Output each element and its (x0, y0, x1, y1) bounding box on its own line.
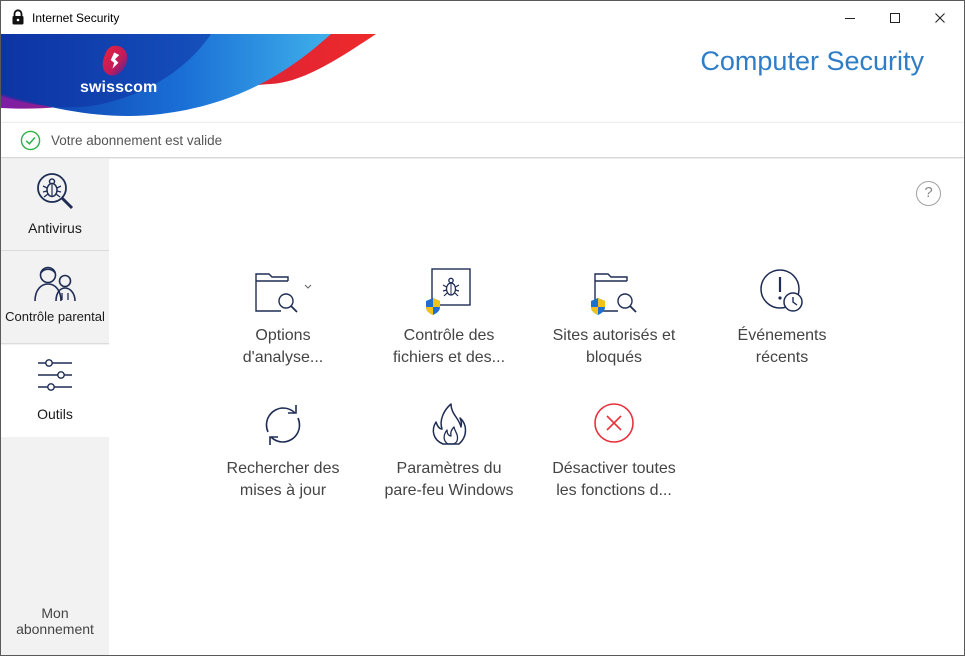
brand-swoosh (1, 34, 376, 116)
tool-label-line-1: Désactiver toutes (552, 460, 676, 477)
tool-label-line-1: Rechercher des (226, 460, 340, 477)
bug-shield-icon (426, 268, 471, 315)
tool-label-line-1: Options (255, 327, 311, 344)
lock-icon (12, 9, 24, 25)
minimize-button[interactable] (827, 1, 873, 34)
subscription-line-1: Mon (41, 605, 69, 621)
tool-label-line-2: d'analyse... (242, 349, 324, 366)
maximize-icon (890, 12, 900, 23)
alert-clock-icon (760, 269, 803, 312)
tool-label-line-1: Contrôle des (403, 327, 495, 344)
app-window: Internet Security swisscom Computer Secu… (0, 0, 965, 656)
maximize-button[interactable] (872, 1, 918, 34)
check-circle-icon (20, 130, 41, 151)
tool-label-line-2: bloqués (585, 349, 643, 366)
tool-label-line-2: les fonctions d... (556, 482, 672, 499)
tool-label-line-1: Paramètres du (396, 460, 502, 477)
tools-panel: ? Options d'analyse... Contrôle des fich… (109, 159, 964, 655)
tool-allowed-blocked-sites[interactable]: Sites autorisés et bloqués (531, 267, 697, 369)
sidebar-item-antivirus[interactable]: Antivirus (1, 159, 109, 251)
my-subscription-link[interactable]: Mon abonnement (1, 605, 109, 637)
window-title: Internet Security (32, 11, 120, 25)
tool-recent-events[interactable]: Événements récents (699, 267, 865, 369)
bug-magnifier-icon (37, 173, 74, 210)
tool-scan-options[interactable]: Options d'analyse... (200, 267, 366, 369)
tool-label-line-1: Événements (737, 327, 827, 344)
subscription-status-bar: Votre abonnement est valide (1, 122, 964, 158)
close-icon (935, 12, 945, 23)
tool-disable-all-features[interactable]: Désactiver toutes les fonctions d... (531, 400, 697, 502)
tool-label-line-2: mises à jour (239, 482, 327, 499)
minimize-icon (845, 17, 855, 19)
sidebar-item-label: Contrôle parental (5, 309, 105, 324)
brand-name: swisscom (80, 79, 158, 96)
product-title: Computer Security (700, 46, 924, 76)
tool-label-line-1: Sites autorisés et (552, 327, 676, 344)
parent-child-icon (34, 266, 76, 302)
folder-search-icon (255, 273, 312, 313)
title-bar[interactable]: Internet Security (1, 1, 964, 34)
tool-label-line-2: récents (755, 349, 809, 366)
sidebar-item-label: Outils (37, 406, 73, 422)
close-button[interactable] (917, 1, 963, 34)
status-text: Votre abonnement est valide (51, 133, 223, 148)
sidebar-item-tools[interactable]: Outils (1, 345, 109, 437)
sidebar: Antivirus Contrôle parental Outils Mon a… (1, 159, 109, 655)
tool-label-line-2: pare-feu Windows (384, 482, 514, 499)
tool-windows-firewall-settings[interactable]: Paramètres du pare-feu Windows (366, 400, 532, 502)
subscription-line-2: abonnement (16, 621, 94, 637)
tool-label-line-2: fichiers et des... (392, 349, 506, 366)
sidebar-item-parental-control[interactable]: Contrôle parental (1, 252, 109, 344)
sliders-icon (38, 359, 72, 391)
help-button[interactable]: ? (916, 181, 941, 206)
app-header: swisscom Computer Security (1, 34, 964, 122)
refresh-icon (265, 405, 301, 445)
folder-search-shield-icon (591, 273, 637, 315)
x-circle-icon (594, 403, 634, 443)
tool-check-updates[interactable]: Rechercher des mises à jour (200, 400, 366, 502)
flame-icon (432, 403, 467, 445)
sidebar-item-label: Antivirus (28, 220, 82, 236)
swisscom-logo-icon (102, 45, 128, 76)
tool-file-control[interactable]: Contrôle des fichiers et des... (366, 267, 532, 369)
